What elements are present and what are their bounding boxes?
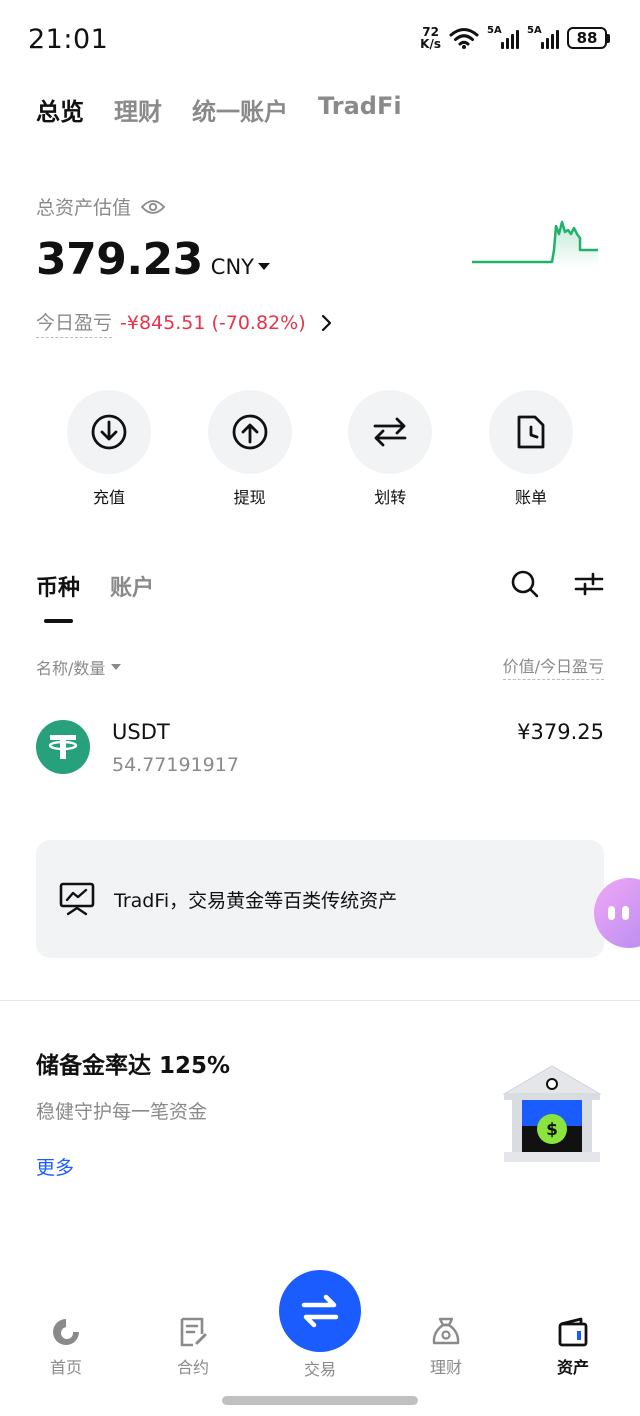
trade-icon — [301, 1294, 339, 1328]
nav-finance[interactable]: 理财 — [406, 1316, 486, 1378]
nav-assets-label: 资产 — [556, 1358, 589, 1377]
signal-2-label: 5A — [527, 25, 542, 36]
signal-icon-1: 5A — [487, 25, 519, 49]
wifi-icon — [449, 28, 479, 49]
today-pnl-label: 今日盈亏 — [36, 308, 113, 338]
bill-button[interactable]: 账单 — [488, 390, 574, 508]
nav-home-label: 首页 — [49, 1358, 82, 1377]
tab-overview[interactable]: 总览 — [36, 92, 84, 127]
home-icon — [53, 1319, 79, 1345]
bank-illustration: $ — [502, 1065, 602, 1162]
chevron-right-icon — [321, 314, 331, 332]
reserve-title: 储备金率达 125% — [36, 1053, 231, 1079]
wallet-icon — [558, 1317, 588, 1347]
assistant-eye-icon — [622, 906, 629, 920]
withdraw-icon — [232, 414, 268, 450]
reserve-more-link[interactable]: 更多 — [36, 1153, 74, 1180]
column-name-quantity: 名称/数量 — [36, 658, 106, 678]
reserve-subtitle: 稳健守护每一笔资金 — [36, 1101, 208, 1123]
today-pnl-value: -¥845.51 (-70.82%) — [120, 312, 306, 334]
tradfi-banner[interactable]: TradFi，交易黄金等百类传统资产 — [36, 840, 604, 958]
coin-name: USDT — [112, 720, 170, 744]
caret-down-icon — [258, 263, 270, 270]
contract-icon — [180, 1317, 207, 1347]
transfer-button[interactable]: 划转 — [347, 390, 433, 508]
transfer-icon — [373, 417, 407, 447]
status-bar: 21:01 72 K/s 5A 5A 88 — [0, 0, 640, 80]
coin-row-usdt[interactable]: USDT 54.77191917 ¥379.25 — [36, 718, 604, 782]
chart-monitor-icon — [59, 882, 95, 916]
status-time: 21:01 — [28, 24, 109, 55]
usdt-logo-icon — [36, 720, 90, 774]
tab-finance[interactable]: 理财 — [114, 92, 162, 127]
status-icons: 72 K/s 5A 5A 88 — [420, 25, 610, 50]
svg-text:$: $ — [546, 1120, 558, 1140]
signal-1-label: 5A — [487, 25, 502, 36]
bottom-nav: 首页 合约 交易 理财 资产 — [0, 1268, 640, 1388]
battery-icon: 88 — [567, 27, 610, 49]
nav-assets[interactable]: 资产 — [533, 1316, 613, 1378]
tab-tradfi[interactable]: TradFi — [318, 92, 402, 127]
nav-home[interactable]: 首页 — [26, 1316, 106, 1378]
today-pnl-row[interactable]: 今日盈亏 -¥845.51 (-70.82%) — [36, 308, 332, 338]
filter-icon[interactable] — [574, 569, 604, 599]
battery-level: 88 — [567, 27, 607, 49]
deposit-label: 充值 — [92, 488, 125, 507]
quick-actions: 充值 提现 划转 账单 — [66, 390, 574, 508]
currency-label: CNY — [210, 255, 254, 279]
eye-icon[interactable] — [141, 199, 166, 215]
search-icon[interactable] — [510, 569, 540, 599]
column-value-pnl[interactable]: 价值/今日盈亏 — [502, 653, 604, 680]
total-assets-value-row: 379.23 CNY — [36, 234, 270, 285]
net-speed-unit: K/s — [420, 37, 441, 51]
currency-selector[interactable]: CNY — [211, 255, 270, 279]
deposit-button[interactable]: 充值 — [66, 390, 152, 508]
nav-trade-label[interactable]: 交易 — [279, 1356, 361, 1380]
withdraw-label: 提现 — [233, 488, 266, 507]
column-headers: 名称/数量 价值/今日盈亏 — [36, 653, 604, 680]
deposit-icon — [91, 414, 127, 450]
nav-finance-label: 理财 — [429, 1358, 462, 1377]
list-tabs: 币种 账户 — [36, 570, 154, 602]
asset-sparkline[interactable] — [468, 212, 604, 276]
coin-amount: 54.77191917 — [112, 754, 239, 776]
active-tab-indicator — [44, 619, 73, 623]
nav-contract-label: 合约 — [176, 1358, 209, 1377]
net-speed: 72 K/s — [420, 26, 441, 50]
bill-label: 账单 — [514, 488, 547, 507]
top-tabs: 总览 理财 统一账户 TradFi — [36, 92, 402, 127]
withdraw-button[interactable]: 提现 — [207, 390, 293, 508]
total-assets-label-row: 总资产估值 — [36, 193, 166, 220]
section-divider — [0, 1000, 640, 1001]
coin-value: ¥379.25 — [517, 720, 604, 744]
tradfi-banner-text: TradFi，交易黄金等百类传统资产 — [114, 889, 398, 912]
tab-coins[interactable]: 币种 — [36, 570, 80, 602]
nav-contract[interactable]: 合约 — [153, 1316, 233, 1378]
total-assets-value: 379.23 — [36, 234, 203, 285]
caret-down-icon — [111, 663, 122, 670]
sort-name-quantity[interactable]: 名称/数量 — [36, 653, 122, 680]
total-assets-label: 总资产估值 — [36, 197, 132, 219]
home-indicator[interactable] — [222, 1396, 418, 1405]
bill-icon — [517, 415, 545, 449]
transfer-label: 划转 — [374, 488, 407, 507]
assistant-eye-icon — [608, 906, 615, 920]
nav-trade-button[interactable] — [279, 1270, 361, 1352]
tab-accounts[interactable]: 账户 — [110, 570, 154, 602]
signal-icon-2: 5A — [527, 25, 559, 49]
tab-unified-account[interactable]: 统一账户 — [192, 92, 288, 127]
list-tools — [510, 569, 604, 599]
finance-icon — [432, 1317, 460, 1345]
